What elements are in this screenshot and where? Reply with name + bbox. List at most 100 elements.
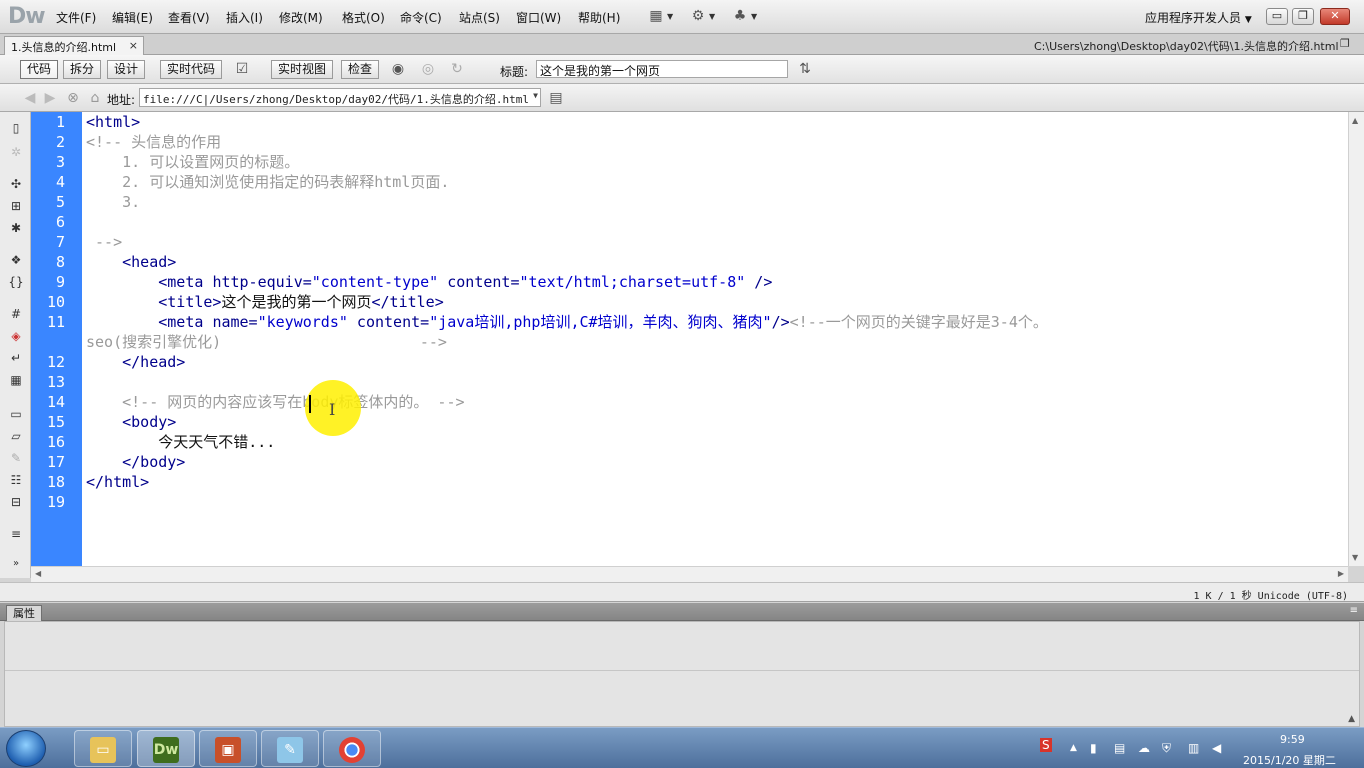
check-icon[interactable]: ☑ bbox=[234, 61, 250, 77]
page-title-input[interactable]: 这个是我的第一个网页 bbox=[536, 60, 788, 78]
home-icon[interactable]: ⌂ bbox=[87, 90, 103, 106]
vertical-scrollbar[interactable]: ▲ ▼ bbox=[1348, 112, 1364, 566]
taskbar-app-chrome[interactable] bbox=[323, 730, 381, 767]
tray-app-icon[interactable]: ▤ bbox=[1114, 741, 1125, 755]
line-number: 16 bbox=[46, 433, 65, 451]
chevron-down-icon[interactable]: ▼ bbox=[533, 91, 538, 100]
scroll-up-icon[interactable]: ▲ bbox=[1352, 116, 1358, 125]
stop-icon[interactable]: ⊗ bbox=[65, 90, 81, 106]
move-css-icon[interactable]: ⊟ bbox=[8, 494, 24, 510]
document-toolbar: 代码 拆分 设计 实时代码 ☑ 实时视图 检查 ◉ ◎ ↻ 标题: 这个是我的第… bbox=[0, 55, 1364, 84]
globe-icon[interactable]: ◉ bbox=[390, 61, 406, 77]
show-code-navigator-icon[interactable]: ✲ bbox=[8, 144, 24, 160]
scroll-left-icon[interactable]: ◀ bbox=[35, 569, 41, 578]
show-hidden-icons-icon[interactable]: ▲ bbox=[1070, 743, 1077, 753]
expand-toolbar-icon[interactable]: » bbox=[8, 556, 24, 572]
live-code-button[interactable]: 实时代码 bbox=[160, 60, 223, 79]
sogou-icon[interactable]: S bbox=[1040, 738, 1052, 752]
horizontal-scrollbar[interactable]: ◀ ▶ bbox=[31, 566, 1348, 582]
line-number: 10 bbox=[46, 293, 65, 311]
line-numbers-icon[interactable]: # bbox=[8, 306, 24, 322]
code-token: 今天天气不错... bbox=[86, 433, 276, 451]
inspect-button[interactable]: 检查 bbox=[341, 60, 380, 79]
scroll-right-icon[interactable]: ▶ bbox=[1338, 569, 1344, 578]
menu-window[interactable]: 窗口(W) bbox=[516, 9, 561, 26]
tray-app-icon[interactable]: ☁ bbox=[1138, 741, 1150, 755]
indent-code-icon[interactable]: ≡ bbox=[8, 526, 24, 542]
recent-snippets-icon[interactable]: ☷ bbox=[8, 472, 24, 488]
wrap-tag-icon[interactable]: ✎ bbox=[8, 450, 24, 466]
back-icon[interactable]: ◀ bbox=[22, 90, 38, 106]
highlight-invalid-code-icon[interactable]: ◈ bbox=[8, 328, 24, 344]
refresh-icon[interactable]: ↻ bbox=[449, 61, 465, 77]
code-token: 3. bbox=[86, 193, 141, 211]
design-view-button[interactable]: 设计 bbox=[107, 60, 146, 79]
code-token: name= bbox=[212, 313, 258, 331]
menu-view[interactable]: 查看(V) bbox=[168, 9, 210, 26]
balance-braces-icon[interactable]: {} bbox=[8, 274, 24, 290]
layout-icon[interactable]: ▦ bbox=[648, 8, 664, 24]
apply-comment-icon[interactable]: ▭ bbox=[8, 406, 24, 422]
code-line: </html> bbox=[86, 472, 149, 492]
remove-comment-icon[interactable]: ▱ bbox=[8, 428, 24, 444]
split-view-button[interactable]: 拆分 bbox=[63, 60, 102, 79]
clock-date[interactable]: 2015/1/20 星期二 bbox=[1243, 752, 1336, 768]
expand-all-icon[interactable]: ✱ bbox=[8, 220, 24, 236]
code-line: <meta http-equiv="content-type" content=… bbox=[86, 272, 772, 292]
code-token: 1. 可以设置网页的标题。 bbox=[86, 153, 300, 171]
menu-command[interactable]: 命令(C) bbox=[400, 9, 442, 26]
line-number: 4 bbox=[55, 173, 65, 191]
browser-check-icon[interactable]: ◎ bbox=[420, 61, 436, 77]
menu-edit[interactable]: 编辑(E) bbox=[112, 9, 153, 26]
scroll-down-icon[interactable]: ▼ bbox=[1352, 553, 1358, 562]
site-icon[interactable]: ♣ bbox=[732, 8, 748, 24]
properties-tab[interactable]: 属性 bbox=[6, 605, 42, 621]
gear-icon[interactable]: ⚙ bbox=[690, 8, 706, 24]
start-button[interactable] bbox=[6, 730, 46, 767]
security-shield-icon[interactable]: ⛨ bbox=[1162, 741, 1171, 756]
file-management-icon[interactable]: ⇅ bbox=[797, 61, 813, 77]
taskbar-app-dreamweaver[interactable]: Dw bbox=[137, 730, 195, 767]
maximize-button[interactable]: ❐ bbox=[1292, 8, 1314, 25]
line-number: 8 bbox=[55, 253, 65, 271]
workspace-switcher[interactable]: 应用程序开发人员 ▼ bbox=[1145, 9, 1252, 26]
line-number: 15 bbox=[46, 413, 65, 431]
live-view-button[interactable]: 实时视图 bbox=[271, 60, 334, 79]
expand-panel-icon[interactable]: ▲ bbox=[1348, 714, 1355, 724]
code-editor[interactable]: <html> <!-- 头信息的作用 1. 可以设置网页的标题。 2. 可以通知浏… bbox=[82, 112, 1348, 566]
select-parent-tag-icon[interactable]: ❖ bbox=[8, 252, 24, 268]
restore-icon[interactable]: ❐ bbox=[1340, 37, 1350, 50]
menu-format[interactable]: 格式(O) bbox=[342, 9, 385, 26]
volume-icon[interactable]: ◀ bbox=[1212, 741, 1221, 755]
close-tab-icon[interactable]: × bbox=[129, 39, 138, 52]
code-line: <meta name="keywords" content="java培训,ph… bbox=[86, 312, 1048, 332]
taskbar-app-notepad[interactable]: ✎ bbox=[261, 730, 319, 767]
options-icon[interactable]: ▤ bbox=[548, 90, 564, 106]
menu-insert[interactable]: 插入(I) bbox=[226, 9, 263, 26]
forward-icon[interactable]: ▶ bbox=[42, 90, 58, 106]
menu-modify[interactable]: 修改(M) bbox=[279, 9, 323, 26]
code-token: "keywords" bbox=[257, 313, 348, 331]
collapse-full-tag-icon[interactable]: ✣ bbox=[8, 176, 24, 192]
code-token: content= bbox=[347, 313, 430, 331]
taskbar-app-explorer[interactable]: ▭ bbox=[74, 730, 132, 767]
tray-app-icon[interactable]: ▮ bbox=[1090, 741, 1097, 755]
panel-menu-icon[interactable]: ≡ bbox=[1350, 605, 1358, 616]
line-number-gutter: 1 2 3 4 5 6 7 8 9 10 11 12 13 14 15 16 17 18 19 bbox=[31, 112, 82, 566]
taskbar-app-powerpoint[interactable]: ▣ bbox=[199, 730, 257, 767]
menu-help[interactable]: 帮助(H) bbox=[578, 9, 620, 26]
close-button[interactable]: ✕ bbox=[1320, 8, 1350, 25]
clock-time[interactable]: 9:59 bbox=[1280, 733, 1305, 746]
minimize-button[interactable]: ▭ bbox=[1266, 8, 1288, 25]
syntax-coloring-icon[interactable]: ▦ bbox=[8, 372, 24, 388]
menu-file[interactable]: 文件(F) bbox=[56, 9, 96, 26]
document-tab[interactable]: 1.头信息的介绍.html × bbox=[4, 36, 144, 56]
word-wrap-icon[interactable]: ↵ bbox=[8, 350, 24, 366]
collapse-selection-icon[interactable]: ⊞ bbox=[8, 198, 24, 214]
open-documents-icon[interactable]: ▯ bbox=[8, 120, 24, 136]
address-input[interactable]: file:///C|/Users/zhong/Desktop/day02/代码/… bbox=[139, 88, 541, 107]
menu-bar: Dw 文件(F) 编辑(E) 查看(V) 插入(I) 修改(M) 格式(O) 命… bbox=[0, 0, 1364, 34]
network-icon[interactable]: ▥ bbox=[1188, 741, 1199, 755]
code-view-button[interactable]: 代码 bbox=[20, 60, 59, 79]
menu-site[interactable]: 站点(S) bbox=[459, 9, 500, 26]
